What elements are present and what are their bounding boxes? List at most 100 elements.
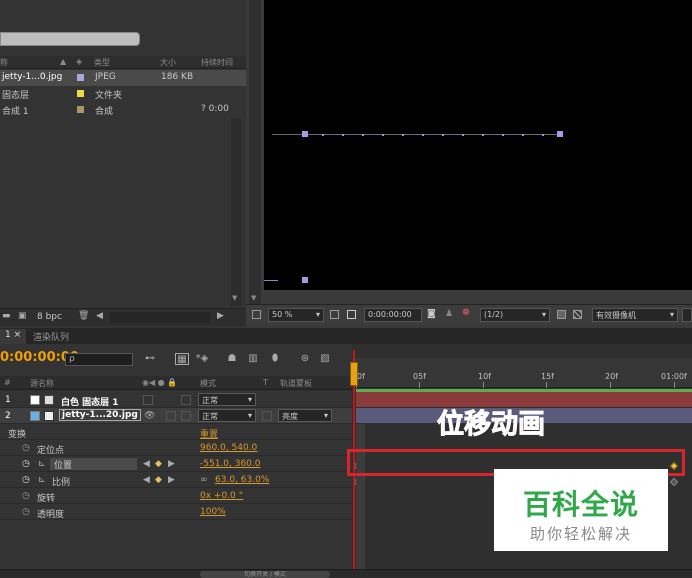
scroll-down-icon[interactable]: ▼ (232, 294, 237, 302)
project-search-input[interactable] (0, 32, 140, 46)
col-number[interactable]: # (4, 378, 11, 387)
av-switches-icon[interactable]: ◉◀ ● 🔒 (142, 378, 177, 387)
constrain-proportions-icon[interactable]: ∞ (200, 475, 208, 485)
zoom-dropdown[interactable]: 50 % ▾ (268, 308, 324, 322)
next-keyframe-icon[interactable]: ▶ (168, 459, 175, 469)
motion-path-end-handle[interactable] (557, 131, 563, 137)
folder-icon[interactable]: ▬ (2, 311, 11, 321)
frame-blending-icon[interactable]: ▥ (246, 353, 260, 365)
layer-color-swatch[interactable] (30, 411, 40, 421)
tab-composition[interactable]: 1 × (0, 329, 27, 344)
project-item[interactable]: jetty-1...0.jpg JPEG 186 KB (0, 70, 246, 86)
viewer-timecode[interactable]: 0:00:00:00 (364, 308, 422, 322)
label-color-swatch[interactable] (77, 90, 84, 97)
channel-icon[interactable]: ❁ (462, 308, 470, 318)
add-keyframe-icon[interactable]: ◆ (155, 459, 162, 469)
label-color-swatch[interactable] (77, 106, 84, 113)
property-row[interactable]: ◷ 定位点 960.0, 540.0 (0, 440, 352, 456)
lock-toggle[interactable] (181, 411, 191, 421)
col-duration[interactable]: 持续时间 (201, 57, 233, 68)
sort-arrow-icon[interactable]: ▲ (60, 57, 66, 66)
col-source-name[interactable]: 源名称 (30, 378, 54, 389)
draft-3d-icon[interactable]: *◈ (195, 353, 209, 365)
label-tag-icon[interactable]: ◈ (76, 57, 82, 66)
region-of-interest-icon[interactable] (347, 310, 356, 319)
property-value[interactable]: 63.0, 63.0% (215, 475, 269, 485)
preserve-transparency-toggle[interactable] (262, 411, 272, 421)
col-mode[interactable]: 模式 (200, 378, 216, 389)
prev-keyframe-icon[interactable]: ◀ (143, 459, 150, 469)
col-name[interactable]: 称 (0, 57, 8, 68)
stopwatch-active-icon[interactable]: ◷ (22, 475, 30, 485)
graph-icon[interactable]: ⊾ (38, 475, 46, 485)
bpc-label[interactable]: 8 bpc (37, 312, 62, 322)
visibility-toggle[interactable] (143, 395, 153, 405)
property-value[interactable]: -551.0, 360.0 (200, 459, 261, 469)
live-update-icon[interactable]: ▦ (175, 353, 189, 365)
property-value[interactable]: 0x +0.0 ° (200, 491, 243, 501)
lock-toggle[interactable] (181, 395, 191, 405)
property-row[interactable]: ◷ ⊾ 比例 ◀ ◆ ▶ ∞ 63.0, 63.0% (0, 472, 352, 488)
track-matte-dropdown[interactable]: 亮度 ▾ (278, 409, 332, 422)
layer-row[interactable]: 2 jetty-1...20.jpg 👁 正常 ▾ 亮度 ▾ (0, 408, 352, 424)
stopwatch-active-icon[interactable]: ◷ (22, 459, 30, 469)
stopwatch-icon[interactable]: ◷ (22, 507, 30, 517)
layer-row[interactable]: 1 白色 固态层 1 正常 ▾ (0, 392, 352, 408)
stopwatch-icon[interactable]: ◷ (22, 443, 30, 453)
stopwatch-icon[interactable]: ◷ (22, 491, 30, 501)
project-item[interactable]: 固态层 文件夹 (0, 86, 246, 102)
scroll-right-icon[interactable]: ▶ (217, 311, 224, 321)
composition-canvas[interactable] (264, 0, 692, 290)
current-time-indicator[interactable] (350, 362, 358, 386)
scroll-down-icon[interactable]: ▼ (251, 294, 256, 302)
new-comp-icon[interactable]: ▣ (18, 311, 27, 321)
property-row[interactable]: ◷ 旋转 0x +0.0 ° (0, 488, 352, 504)
time-ruler[interactable]: 0f 05f 10f 15f 20f 01:00f (352, 358, 692, 388)
project-item[interactable]: 合成 1 合成 ? 0:00 (0, 102, 246, 118)
col-type[interactable]: 类型 (94, 57, 110, 68)
eye-icon[interactable]: 👁 (144, 411, 155, 421)
property-row[interactable]: ◷ ⊾ 位置 ◀ ◆ ▶ -551.0, 360.0 (0, 456, 352, 472)
property-value[interactable]: 100% (200, 507, 226, 517)
property-value[interactable]: 960.0, 540.0 (200, 443, 257, 453)
col-trkmat[interactable]: 轨道蒙板 (280, 378, 312, 389)
reset-link[interactable]: 重置 (200, 427, 218, 440)
blend-mode-dropdown[interactable]: 正常 ▾ (198, 409, 256, 422)
layer-name[interactable]: 白色 固态层 1 (61, 395, 119, 408)
brainstorm-icon[interactable]: ⊛ (298, 353, 312, 365)
project-scrollbar[interactable]: ▼ (231, 118, 241, 306)
col-size[interactable]: 大小 (160, 57, 176, 68)
transparency-grid-icon[interactable] (573, 310, 582, 319)
add-keyframe-icon[interactable]: ◆ (155, 475, 162, 485)
timeline-search-input[interactable]: ρ (65, 353, 133, 366)
property-row[interactable]: ◷ 透明度 100% (0, 504, 352, 520)
horizontal-scrollbar[interactable] (110, 312, 210, 323)
tab-render-queue[interactable]: 渲染队列 (28, 329, 74, 344)
motion-blur-icon[interactable]: ⬮ (268, 353, 282, 365)
solo-toggle[interactable] (166, 411, 176, 421)
show-snapshot-icon[interactable]: ♟ (445, 309, 453, 319)
col-t[interactable]: T (263, 378, 268, 387)
fast-preview-icon[interactable] (557, 310, 566, 319)
layer-handle[interactable] (302, 277, 308, 283)
prev-keyframe-icon[interactable]: ◀ (143, 475, 150, 485)
keyframe[interactable] (669, 477, 679, 487)
comp-mini-flowchart-icon[interactable]: ⊷ (143, 353, 157, 365)
shy-layers-icon[interactable]: ☗ (225, 353, 239, 365)
camera-dropdown[interactable]: 有效摄像机 ▾ (592, 308, 678, 322)
next-keyframe-icon[interactable]: ▶ (168, 475, 175, 485)
always-preview-icon[interactable] (252, 310, 261, 319)
grid-overlay-icon[interactable] (330, 310, 339, 319)
graph-editor-icon[interactable]: ▨ (318, 353, 332, 365)
camera-snapshot-icon[interactable]: ◙ (427, 309, 436, 319)
label-color-swatch[interactable] (77, 74, 84, 81)
motion-path-start-handle[interactable] (302, 131, 308, 137)
resolution-dropdown[interactable]: (1/2) ▾ (480, 308, 550, 322)
blend-mode-dropdown[interactable]: 正常 ▾ (198, 393, 256, 406)
viewer-scrollbar[interactable]: ▼ (249, 0, 261, 304)
layer-name[interactable]: jetty-1...20.jpg (59, 409, 141, 421)
views-dropdown[interactable] (682, 308, 692, 322)
graph-icon[interactable]: ⊾ (38, 459, 46, 469)
scroll-left-icon[interactable]: ◀ (96, 311, 103, 321)
trash-icon[interactable]: 🗑 (78, 311, 89, 321)
